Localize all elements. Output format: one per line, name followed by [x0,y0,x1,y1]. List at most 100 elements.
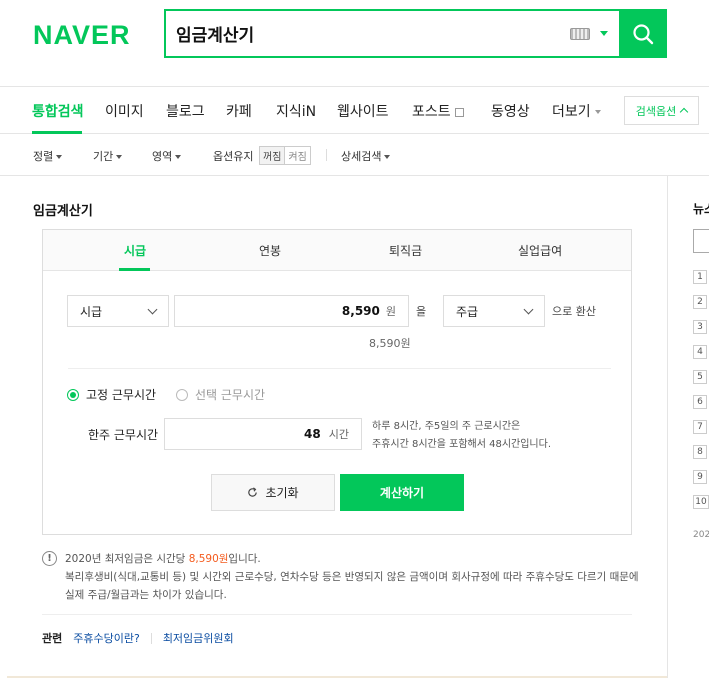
note-line1: 2020년 최저임금은 시간당 8,590원입니다. [65,550,639,568]
toggle-on-option[interactable]: 켜짐 [285,147,309,164]
filter-area[interactable]: 영역 [152,148,182,164]
tab-all[interactable]: 통합검색 [32,101,84,121]
tab-post[interactable]: 포스트 [412,101,464,121]
search-tabs: 통합검색 이미지 블로그 카페 지식iN 웹사이트 포스트 동영상 더보기 검색… [0,86,709,134]
radio-fixed-hours-label: 고정 근무시간 [86,388,157,402]
reset-label: 초기화 [265,486,299,500]
to-unit-select[interactable]: 주급 [443,295,545,327]
rank-badge: 9 [693,470,707,484]
calc-tab-unemployment[interactable]: 실업급여 [518,242,562,259]
weekly-hours-label: 한주 근무시간 [88,428,159,442]
search-options-label: 검색옵션 [635,104,677,118]
amount-input[interactable]: 8,590 원 [174,295,409,327]
tab-post-label: 포스트 [412,104,451,120]
hours-hint-line1: 하루 8시간, 주5일의 주 근로시간은 [372,421,521,432]
radio-select-hours-label: 선택 근무시간 [195,388,266,402]
rank-badge: 10 [693,495,709,509]
toggle-off-option[interactable]: 꺼짐 [260,147,286,164]
column-divider [667,176,668,678]
related-label: 관련 [42,632,63,645]
divider [68,368,611,369]
weekly-hours-unit: 시간 [328,428,349,441]
filter-area-label: 영역 [152,150,173,163]
amount-readout: 8,590원 [369,337,411,350]
calc-tab-hourly[interactable]: 시급 [124,242,146,259]
rank-badge: 7 [693,420,707,434]
from-unit-value: 시급 [80,304,103,319]
calc-tab-severance[interactable]: 퇴직금 [389,242,422,259]
filter-row: 정렬 기간 영역 옵션유지 꺼짐 켜짐 상세검색 [0,134,709,176]
filter-sort[interactable]: 정렬 [33,148,63,164]
rank-badge: 6 [693,395,707,409]
chevron-down-icon [594,110,601,114]
active-calc-tab-indicator [119,268,150,271]
search-box [164,9,667,58]
tab-website[interactable]: 웹사이트 [337,101,389,121]
dropdown-icon [56,155,63,159]
keyboard-icon[interactable] [570,27,590,40]
hours-hint-line2: 주휴시간 8시간을 포함해서 48시간입니다. [372,439,552,450]
tab-kin[interactable]: 지식iN [276,101,316,121]
radio-fixed-hours[interactable]: 고정 근무시간 [67,386,156,403]
convert-label: 으로 환산 [552,305,596,318]
weekly-hours-input[interactable]: 48 시간 [164,418,362,450]
calculator-tabs: 시급 연봉 퇴직금 실업급여 [43,230,631,271]
news-title: 뉴스 [693,202,709,216]
link-minimum-wage-commission[interactable]: 최저임금위원회 [163,630,234,646]
tab-blog[interactable]: 블로그 [166,101,205,121]
rank-badge: 3 [693,320,707,334]
note-line3: 실제 주급/월급과는 차이가 있습니다. [65,589,227,601]
tab-more-label: 더보기 [552,104,591,120]
divider [326,149,327,161]
naver-logo[interactable]: NAVER [33,20,131,51]
chevron-down-icon [147,304,158,315]
news-search-input[interactable] [693,229,709,253]
reset-button[interactable]: 초기화 [211,474,335,511]
chevron-up-icon [679,107,689,117]
search-options-button[interactable]: 검색옵션 [624,96,699,125]
search-button[interactable] [619,9,667,58]
news-footer: 202 [693,530,709,540]
dropdown-icon [175,155,182,159]
rank-badge: 4 [693,345,707,359]
calc-tab-annual[interactable]: 연봉 [259,242,281,259]
filter-period[interactable]: 기간 [93,148,123,164]
keep-option-label: 옵션유지 [213,150,254,163]
tab-video[interactable]: 동영상 [491,101,530,121]
hours-hint: 하루 8시간, 주5일의 주 근로시간은 주휴시간 8시간을 포함해서 48시간… [372,418,551,454]
autocomplete-toggle-icon[interactable] [600,31,608,36]
amount-unit: 원 [385,305,396,318]
related-links: 관련 주휴수당이란? 최저임금위원회 [42,630,234,646]
filter-period-label: 기간 [93,150,114,163]
radio-checked-icon [67,388,79,401]
from-unit-select[interactable]: 시급 [67,295,169,327]
refresh-icon [248,487,258,497]
filter-detail[interactable]: 상세검색 [341,148,391,164]
rank-badge: 1 [693,270,707,284]
info-icon: ! [42,551,57,566]
rank-badge: 2 [693,295,707,309]
filter-sort-label: 정렬 [33,150,54,163]
dropdown-icon [384,155,391,159]
calculate-button[interactable]: 계산하기 [340,474,464,511]
radio-select-hours[interactable]: 선택 근무시간 [176,386,265,403]
external-link-icon [454,107,464,117]
divider [42,614,632,615]
search-input[interactable] [166,11,570,56]
keep-option-toggle[interactable]: 꺼짐 켜짐 [259,146,311,165]
tab-more[interactable]: 더보기 [552,101,601,121]
rank-badge: 5 [693,370,707,384]
link-weekly-holiday-pay[interactable]: 주휴수당이란? [73,630,140,646]
radio-unchecked-icon [176,388,188,401]
calculator-title: 임금계산기 [33,204,93,219]
wage-note: 2020년 최저임금은 시간당 8,590원입니다. 복리후생비(식대,교통비 … [65,550,639,604]
note-line1-prefix: 2020년 최저임금은 시간당 [65,553,189,565]
tab-images[interactable]: 이미지 [105,101,144,121]
filter-detail-label: 상세검색 [341,150,382,163]
particle-label: 을 [416,305,427,318]
rank-badge: 8 [693,445,707,459]
tab-cafe[interactable]: 카페 [226,101,252,121]
min-wage-highlight: 8,590원 [188,553,229,565]
amount-value: 8,590 [341,304,380,318]
note-line1-suffix: 입니다. [228,553,261,565]
